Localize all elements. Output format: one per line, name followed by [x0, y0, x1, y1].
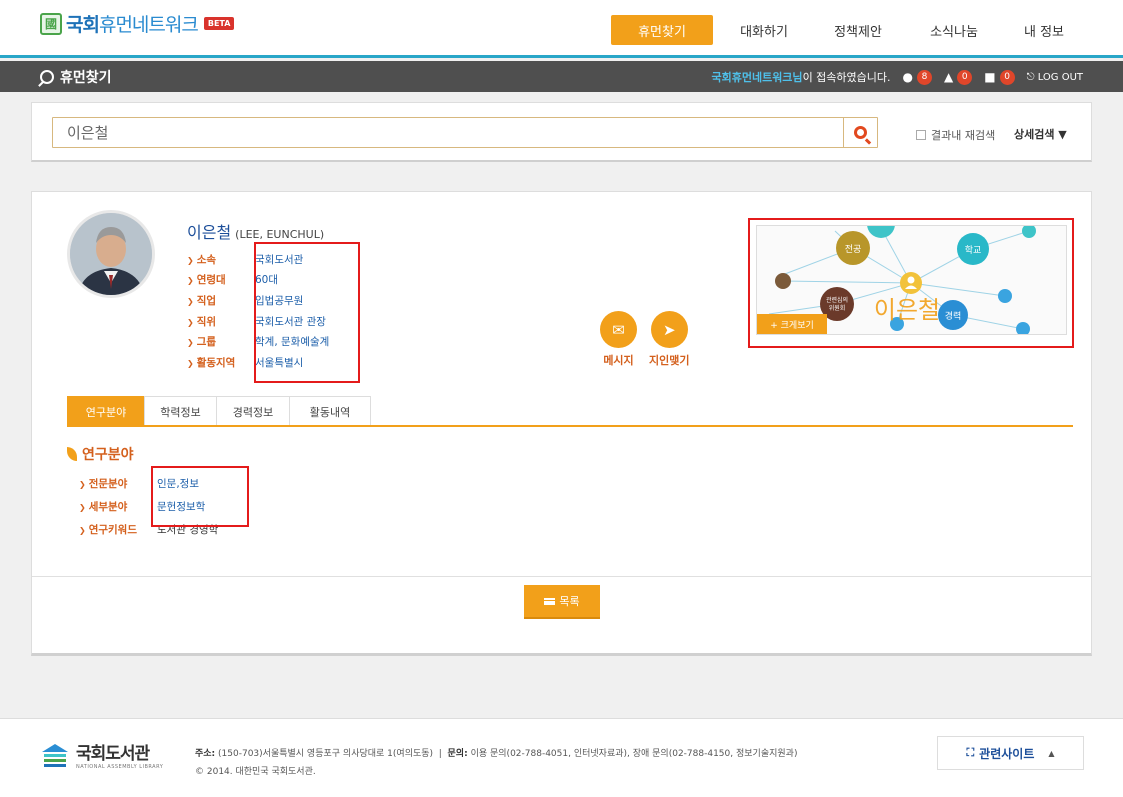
tab-research[interactable]: 연구분야 [67, 396, 145, 426]
friends-icon[interactable]: ■ [984, 70, 995, 84]
alert-count-badge[interactable]: 0 [957, 69, 973, 85]
footer-logo: 국회도서관 NATIONAL ASSEMBLY LIBRARY [40, 739, 163, 770]
main-nav: 휴먼찾기 대화하기 정책제안 소식나눔 내 정보 [611, 15, 1084, 45]
nav-find-human[interactable]: 휴먼찾기 [611, 15, 713, 45]
search-box [52, 117, 878, 148]
list-button[interactable]: 목록 [524, 585, 600, 619]
nav-conversation[interactable]: 대화하기 [721, 15, 807, 45]
profile-name-ko: 이은철 [187, 223, 232, 242]
recheck-label: 결과내 재검색 [931, 129, 996, 142]
connected-text: 이 접속하였습니다. [802, 71, 891, 84]
avatar [67, 210, 155, 298]
tab-career[interactable]: 경력정보 [216, 396, 290, 426]
search-panel: 결과내 재검색 상세검색 ▼ [31, 102, 1092, 162]
search-input[interactable] [53, 118, 843, 147]
profile-tabs: 연구분야 학력정보 경력정보 활동내역 [67, 396, 371, 426]
user-status: 국회휴먼네트워크님 이 접속하였습니다. ● 8 ▲ 0 ■ 0 ⎋ LOG O… [711, 69, 1083, 85]
message-count-badge[interactable]: 8 [917, 69, 932, 85]
search-button[interactable] [843, 118, 877, 147]
profile-name-en: (LEE, EUNCHUL) [235, 228, 325, 241]
footer-logo-text: 국회도서관 [76, 744, 150, 764]
magnifier-icon [854, 126, 867, 139]
search-icon [40, 70, 54, 84]
highlight-box-network [748, 218, 1074, 348]
nav-my-info[interactable]: 내 정보 [1004, 15, 1084, 45]
alert-icon[interactable]: ▲ [944, 70, 953, 84]
user-name[interactable]: 국회휴먼네트워크님 [711, 69, 802, 85]
top-header: 國 국회휴먼네트워크 BETA 휴먼찾기 대화하기 정책제안 소식나눔 내 정보 [0, 0, 1123, 58]
tab-activity[interactable]: 활동내역 [289, 396, 371, 426]
logout-button[interactable]: ⎋ LOG OUT [1027, 72, 1083, 83]
tab-education[interactable]: 학력정보 [144, 396, 217, 426]
footer-logo-en: NATIONAL ASSEMBLY LIBRARY [76, 764, 164, 770]
profile-actions: ✉ 메시지 ➤ 지인맺기 [600, 311, 701, 368]
site-logo[interactable]: 國 국회휴먼네트워크 BETA [40, 10, 235, 37]
chevron-up-icon: ▲ [1048, 748, 1055, 758]
power-icon: ⎋ [1026, 71, 1035, 83]
recheck-checkbox[interactable] [916, 130, 926, 140]
leaf-icon [67, 447, 77, 461]
library-emblem-icon [42, 743, 68, 767]
recheck-option[interactable]: 결과내 재검색 [916, 127, 995, 143]
profile-photo [70, 213, 152, 295]
logo-icon: 國 [40, 12, 62, 35]
sub-header: 휴먼찾기 국회휴먼네트워크님 이 접속하였습니다. ● 8 ▲ 0 ■ 0 ⎋ … [0, 61, 1123, 92]
connect-label: 지인맺기 [649, 354, 690, 367]
related-sites-dropdown[interactable]: ⛶ 관련사이트 ▲ [937, 736, 1084, 770]
list-icon [544, 597, 556, 605]
message-label: 메시지 [603, 354, 634, 367]
divider [32, 576, 1091, 577]
page-title: 휴먼찾기 [40, 67, 112, 87]
friends-count-badge[interactable]: 0 [999, 69, 1015, 85]
nav-news-sharing[interactable]: 소식나눔 [908, 15, 1000, 45]
footer: 국회도서관 NATIONAL ASSEMBLY LIBRARY 주소: (150… [0, 718, 1123, 797]
paper-plane-icon: ➤ [650, 311, 688, 348]
beta-badge: BETA [203, 17, 235, 30]
advanced-search-button[interactable]: 상세검색 ▼ [1014, 126, 1067, 142]
related-sites-icon: ⛶ [966, 746, 975, 759]
footer-address: 주소: (150-703)서울특별시 영등포구 의사당대로 1(여의도동) | … [195, 745, 915, 781]
nav-policy-proposal[interactable]: 정책제안 [812, 15, 904, 45]
highlight-box-research [151, 466, 249, 527]
research-section-title: 연구분야 [67, 444, 134, 464]
connect-button[interactable]: ➤ 지인맺기 [649, 311, 689, 368]
message-button[interactable]: ✉ 메시지 [600, 311, 637, 368]
logo-text: 국회휴먼네트워크 [66, 14, 199, 36]
profile-panel: 이은철 (LEE, EUNCHUL) 소속국회도서관 연령대60대 직업입법공무… [31, 191, 1092, 656]
tab-underline [67, 425, 1073, 427]
highlight-box-profile [254, 242, 360, 383]
page-title-text: 휴먼찾기 [60, 70, 112, 86]
footer-copyright: © 2014. 대한민국 국회도서관. [195, 767, 316, 777]
profile-name: 이은철 (LEE, EUNCHUL) [187, 219, 324, 243]
message-icon[interactable]: ● [903, 70, 913, 84]
message-send-icon: ✉ [600, 311, 637, 348]
